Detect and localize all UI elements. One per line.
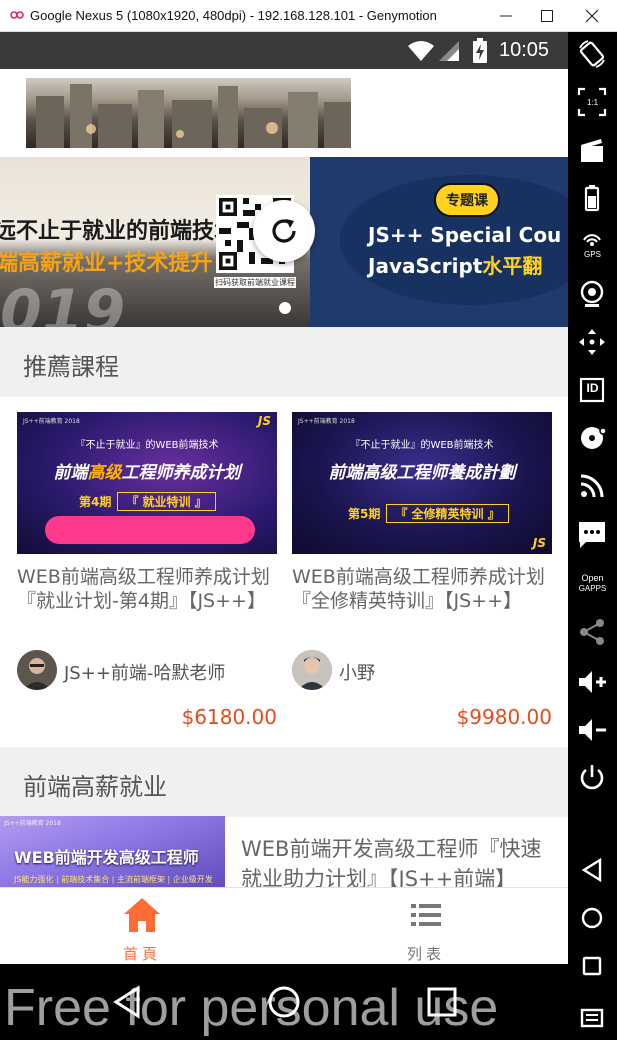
- refresh-button[interactable]: [253, 200, 315, 262]
- wifi-icon: [408, 41, 434, 61]
- course-thumbnail[interactable]: JS++前端教育 2018 JS 『不止于就业』的WEB前端技术 前端高级工程师…: [292, 412, 552, 554]
- maximize-icon: [541, 10, 553, 22]
- window-title: Google Nexus 5 (1080x1920, 480dpi) - 192…: [30, 8, 437, 23]
- maximize-button[interactable]: [527, 2, 567, 30]
- banner-slide-line1: 远不止于就业的前端技术: [0, 219, 237, 244]
- course-author: JS++前端-哈默老师: [64, 663, 226, 684]
- course-price: $6180.00: [181, 705, 277, 729]
- course-title[interactable]: WEB前端高级工程师养成计划『就业计划-第4期』【JS++】: [17, 565, 279, 613]
- window-title-bar: Google Nexus 5 (1080x1920, 480dpi) - 192…: [0, 0, 617, 32]
- bottom-tab-bar: 首頁 列表: [0, 887, 568, 964]
- course-title[interactable]: WEB前端高级工程师养成计划『全修精英特训』【JS++】: [292, 565, 554, 613]
- battery-charging-icon: [473, 38, 487, 63]
- open-gapps-button[interactable]: Open GAPPS: [576, 572, 608, 598]
- disk-io-icon[interactable]: [576, 422, 608, 454]
- battery-icon[interactable]: [576, 182, 608, 214]
- banner-road-number: 019: [0, 277, 126, 327]
- section-header-recommended: 推薦課程: [0, 327, 568, 397]
- move-icon[interactable]: [576, 326, 608, 358]
- banner-carousel[interactable]: 远不止于就业的前端技术 端高薪就业+技术提升 019 扫码获取前端就业课程 专题…: [0, 157, 568, 327]
- banner-slide-line2: 端高薪就业+技术提升: [0, 251, 213, 276]
- tab-home[interactable]: 首頁: [0, 888, 284, 965]
- share-icon[interactable]: [576, 616, 608, 648]
- power-icon[interactable]: [576, 762, 608, 794]
- avatar: [292, 650, 332, 690]
- nav-recents-button[interactable]: [420, 980, 464, 1024]
- recents-icon[interactable]: [576, 950, 608, 982]
- device-id-button[interactable]: ID: [576, 374, 608, 406]
- rotate-icon[interactable]: [576, 38, 608, 70]
- course-card[interactable]: JS++前端教育 2018 JS 『不止于就业』的WEB前端技术 前端高级工程师…: [17, 412, 277, 742]
- status-clock: 10:05: [499, 39, 550, 61]
- sms-icon[interactable]: [576, 518, 608, 550]
- gps-button[interactable]: GPS: [576, 230, 608, 262]
- emulator-toolbar: 1:1 GPS ID Open GAPPS: [568, 32, 617, 1040]
- back-icon[interactable]: [576, 854, 608, 886]
- tab-list[interactable]: 列表: [284, 888, 568, 965]
- section-title: 前端高薪就业: [23, 773, 167, 801]
- volume-down-icon[interactable]: [576, 714, 608, 746]
- nav-home-button[interactable]: [262, 980, 306, 1024]
- android-nav-bar: [0, 964, 568, 1040]
- home-icon: [124, 898, 160, 932]
- pixel-perfect-button[interactable]: 1:1: [576, 86, 608, 118]
- minimize-icon: [500, 15, 512, 17]
- refresh-icon: [272, 219, 296, 243]
- close-icon: [585, 9, 599, 23]
- home-circle-icon: [268, 986, 300, 1018]
- banner-slide-b-line1: JS++ Special Cou: [368, 223, 562, 247]
- android-status-bar: 10:05: [0, 32, 568, 69]
- nav-back-button[interactable]: [106, 980, 150, 1024]
- section-header-high-salary: 前端高薪就业: [0, 747, 568, 817]
- screencast-icon[interactable]: [576, 134, 608, 166]
- course-thumbnail[interactable]: JS++前端教育 2018 WEB前端开发高级工程师 JS能力强化 | 前端技术…: [0, 816, 225, 887]
- genymotion-logo-icon: [10, 11, 24, 19]
- banner-slide-special-course[interactable]: 专题课 JS++ Special Cou JavaScript水平翻: [310, 157, 568, 327]
- course-card[interactable]: JS++前端教育 2018 JS 『不止于就业』的WEB前端技术 前端高级工程师…: [292, 412, 552, 742]
- webcam-icon[interactable]: [576, 278, 608, 310]
- carousel-indicator[interactable]: [279, 302, 291, 314]
- back-icon: [113, 985, 140, 1019]
- section-title: 推薦課程: [23, 353, 119, 381]
- recents-icon: [427, 987, 457, 1017]
- avatar: [17, 650, 57, 690]
- course-thumbnail[interactable]: JS++前端教育 2018 JS 『不止于就业』的WEB前端技术 前端高级工程师…: [17, 412, 277, 554]
- course-price: $9980.00: [456, 705, 552, 729]
- course-author: 小野: [339, 663, 375, 684]
- home-circle-icon[interactable]: [576, 902, 608, 934]
- tab-list-label: 列表: [406, 945, 445, 963]
- banner-slide-b-line2: JavaScript水平翻: [368, 254, 543, 278]
- volume-up-icon[interactable]: [576, 666, 608, 698]
- app-content[interactable]: 远不止于就业的前端技术 端高薪就业+技术提升 019 扫码获取前端就业课程 专题…: [0, 69, 568, 887]
- list-item[interactable]: JS++前端教育 2018 WEB前端开发高级工程师 JS能力强化 | 前端技术…: [0, 816, 568, 887]
- menu-icon[interactable]: [576, 1002, 608, 1034]
- tab-home-label: 首頁: [122, 945, 161, 963]
- cell-signal-icon: [439, 41, 459, 61]
- banner-tag: 专题课: [434, 183, 500, 217]
- list-icon: [411, 904, 441, 926]
- header-banner-image[interactable]: [26, 78, 351, 148]
- network-rss-icon[interactable]: [576, 470, 608, 502]
- minimize-button[interactable]: [486, 2, 526, 30]
- qr-caption: 扫码获取前端就业课程: [214, 277, 296, 288]
- course-title[interactable]: WEB前端开发高级工程师『快速就业助力计划』【JS++前端】: [241, 834, 559, 887]
- close-button[interactable]: [572, 2, 612, 30]
